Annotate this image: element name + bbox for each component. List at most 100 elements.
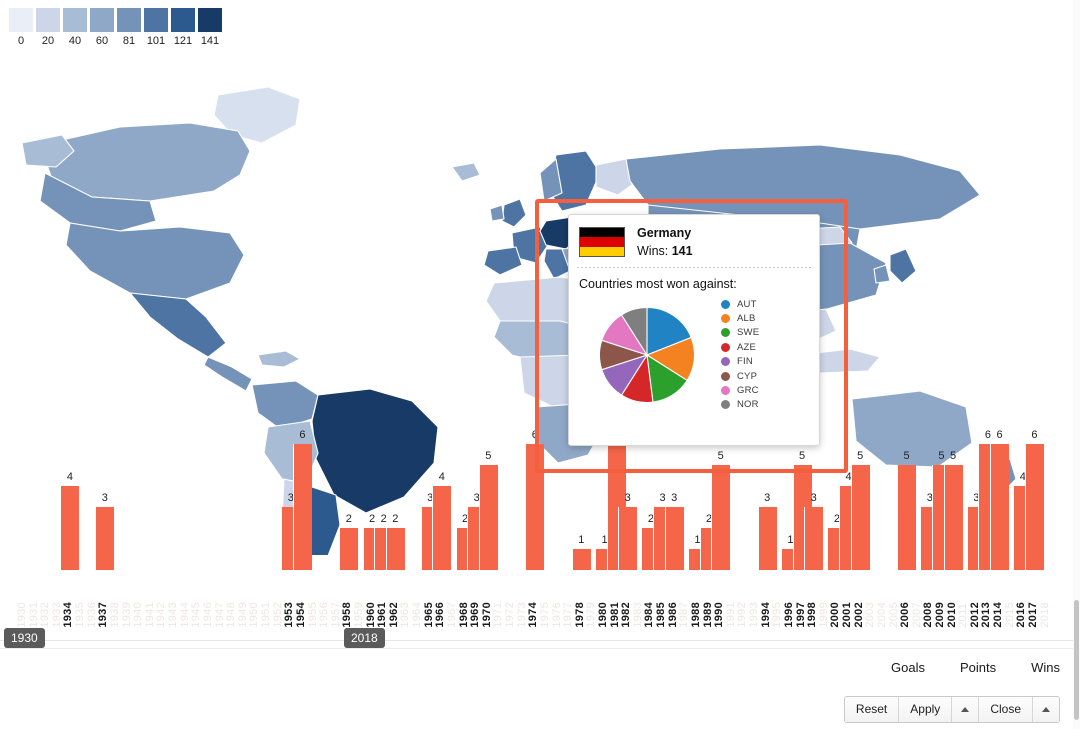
bar-value-label: 6 (1031, 429, 1038, 441)
bar-value-label: 4 (438, 471, 445, 483)
pie-legend-item: NOR (721, 398, 759, 412)
pie-legend-dot (721, 328, 730, 338)
bar[interactable] (95, 507, 115, 570)
year-tick-label: 1993 (748, 602, 761, 628)
page-scrollbar[interactable] (1073, 0, 1080, 729)
year-tick-label: 2009 (933, 602, 946, 628)
bar[interactable] (525, 444, 545, 570)
year-tick-label: 1984 (643, 602, 656, 628)
bar[interactable] (571, 549, 591, 570)
pie-legend-item: AZE (721, 340, 759, 354)
bar[interactable] (618, 507, 638, 570)
year-tick-label: 1969 (469, 602, 482, 628)
pie-legend-label: CYP (737, 370, 758, 382)
bar[interactable] (943, 465, 963, 570)
year-tick-label: 1966 (434, 602, 447, 628)
pie-legend-dot (721, 386, 730, 396)
metric-tab-goals[interactable]: Goals (891, 660, 925, 675)
slider-min-bubble: 1930 (4, 628, 45, 648)
year-tick-label: 1967 (445, 602, 458, 628)
pie-legend-label: GRC (737, 385, 759, 397)
year-tick-label: 1990 (713, 602, 726, 628)
toolbar-divider (0, 648, 1080, 649)
year-tick-label: 1979 (585, 602, 598, 628)
year-tick-label: 1948 (225, 602, 238, 628)
close-caret-icon[interactable] (1033, 697, 1059, 722)
bar[interactable] (292, 444, 312, 570)
year-tick-label: 1992 (736, 602, 749, 628)
apply-caret-icon[interactable] (952, 697, 980, 722)
flag-band (580, 246, 624, 256)
bar[interactable] (757, 507, 777, 570)
wins-per-year-bar-chart[interactable]: 4336222234235611632331253153245535536646… (0, 429, 1080, 628)
legend-step: 60 (89, 8, 115, 47)
year-tick-label: 1995 (771, 602, 784, 628)
bar[interactable] (432, 486, 452, 570)
year-tick-label: 1971 (492, 602, 505, 628)
bar[interactable] (478, 465, 498, 570)
bar[interactable] (897, 465, 917, 570)
bar-value-label: 6 (299, 429, 306, 441)
bar[interactable] (664, 507, 684, 570)
apply-button[interactable]: Apply (899, 697, 953, 722)
year-tick-label: 1998 (806, 602, 819, 628)
bar[interactable] (804, 507, 824, 570)
year-tick-label: 1951 (260, 602, 273, 628)
metric-tab-points[interactable]: Points (960, 660, 996, 675)
year-tick-label: 1981 (608, 602, 621, 628)
bar-value-label: 1 (578, 534, 585, 546)
tooltip-country-name: Germany (637, 226, 692, 240)
legend-step: 101 (143, 8, 169, 47)
bar-value-label: 5 (485, 450, 492, 462)
bar-value-label: 5 (950, 450, 957, 462)
pie-legend-item: AUT (721, 297, 759, 311)
legend-swatch (63, 8, 87, 32)
pie-legend-item: CYP (721, 369, 759, 383)
year-tick-label: 1939 (120, 602, 133, 628)
year-tick-label: 1950 (248, 602, 261, 628)
year-tick-label: 2001 (841, 602, 854, 628)
year-tick-label: 2004 (875, 602, 888, 628)
bar[interactable] (385, 528, 405, 570)
bar[interactable] (711, 465, 731, 570)
pie-legend-dot (721, 357, 730, 367)
reset-button[interactable]: Reset (844, 697, 900, 722)
year-tick-label: 1940 (132, 602, 145, 628)
bar[interactable] (60, 486, 80, 570)
legend-label: 141 (200, 35, 220, 47)
year-tick-label: 1972 (504, 602, 517, 628)
year-tick-label: 1947 (213, 602, 226, 628)
legend-label: 40 (68, 35, 82, 47)
metric-tab-group: Goals Points Wins (891, 660, 1060, 675)
year-tick-label: 2018 (1038, 602, 1051, 628)
legend-step: 0 (8, 8, 34, 47)
pie-legend-label: AUT (737, 298, 757, 310)
bar[interactable] (1024, 444, 1044, 570)
metric-tab-wins[interactable]: Wins (1031, 660, 1060, 675)
bar[interactable] (339, 528, 359, 570)
year-tick-label: 2017 (1026, 602, 1039, 628)
year-tick-label: 1960 (364, 602, 377, 628)
bar-value-label: 3 (624, 492, 631, 504)
year-tick-label: 1958 (341, 602, 354, 628)
close-button[interactable]: Close (979, 697, 1033, 722)
pie-legend-dot (721, 400, 730, 410)
year-tick-label: 1975 (538, 602, 551, 628)
caret-up-icon (961, 707, 970, 712)
year-tick-label: 1988 (689, 602, 702, 628)
year-tick-label: 2005 (887, 602, 900, 628)
scrollbar-thumb[interactable] (1074, 600, 1079, 720)
bar[interactable] (990, 444, 1010, 570)
legend-swatch (144, 8, 168, 32)
tooltip-country-meta: Germany Wins: 141 (637, 225, 693, 259)
year-tick-label: 1938 (108, 602, 121, 628)
year-tick-label: 1956 (318, 602, 331, 628)
bar-value-label: 6 (996, 429, 1003, 441)
legend-swatch (198, 8, 222, 32)
year-tick-label: 1997 (794, 602, 807, 628)
tooltip-wins: Wins: 141 (637, 243, 693, 259)
year-tick-label: 1977 (562, 602, 575, 628)
bar[interactable] (850, 465, 870, 570)
tooltip-header: Germany Wins: 141 (569, 215, 819, 267)
legend-swatch (117, 8, 141, 32)
